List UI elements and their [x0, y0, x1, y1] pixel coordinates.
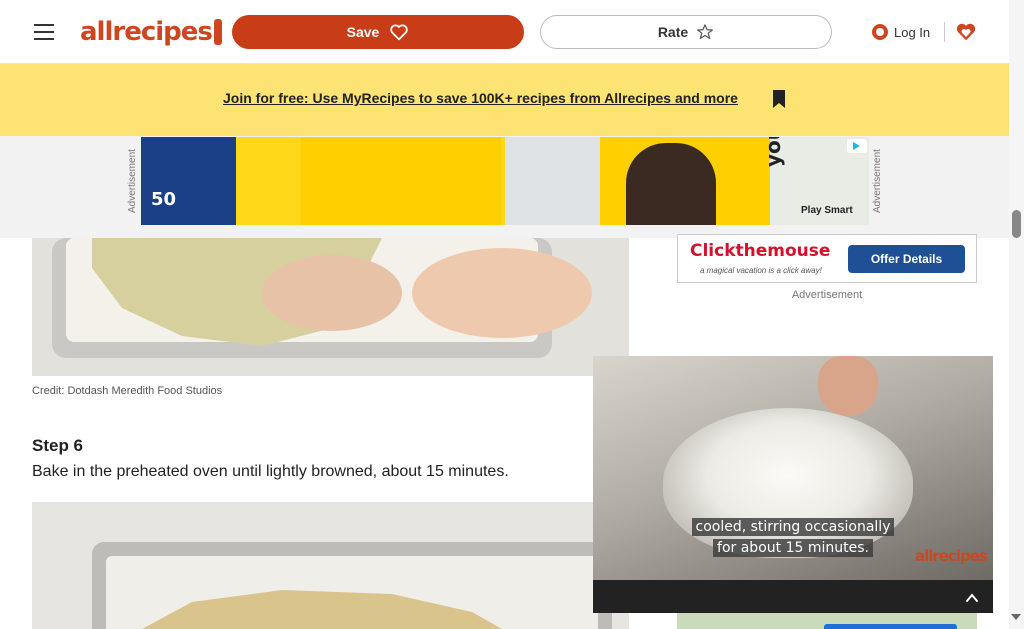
myrecipes-join-link[interactable]: Join for free: Use MyRecipes to save 100…	[223, 90, 755, 110]
video-watermark: allrecipes	[915, 547, 988, 565]
logo-mark-icon	[213, 19, 222, 45]
ad-banner-sponsor: Play Smart	[801, 205, 853, 216]
step-title: Step 6	[32, 436, 84, 455]
star-outline-icon	[697, 24, 714, 39]
sidebar-ad-label: Advertisement	[791, 289, 863, 301]
favorites-heart-icon[interactable]	[955, 21, 977, 43]
offer-details-button[interactable]: Offer Details	[848, 245, 965, 273]
save-button-label: Save	[346, 24, 380, 40]
allrecipes-logo[interactable]: allrecipes	[80, 16, 222, 48]
sidebar-advertisement-2[interactable]	[677, 612, 977, 629]
hamburger-icon-bar	[34, 24, 54, 26]
ad-label-right: Advertisement	[872, 149, 883, 213]
ad-banner-panel	[141, 137, 236, 225]
ad-label-left: Advertisement	[127, 149, 138, 213]
step-instruction: Bake in the preheated oven until lightly…	[32, 463, 509, 480]
caption-line: for about 15 minutes.	[713, 539, 873, 557]
hamburger-icon-bar	[34, 31, 54, 33]
scroll-down-arrow-icon[interactable]	[1011, 614, 1021, 620]
ad-banner-panel	[236, 137, 276, 225]
ad-banner-panel	[505, 137, 600, 225]
sidebar-ad-tagline: a magical vacation is a click away!	[700, 266, 822, 275]
hamburger-icon-bar	[34, 38, 54, 40]
scrollbar-thumb[interactable]	[1012, 210, 1021, 238]
caption-line: cooled, stirring occasionally	[691, 518, 895, 536]
step-photo	[32, 502, 629, 629]
save-button[interactable]: Save	[232, 15, 524, 49]
ad-banner-logo: 50	[151, 189, 177, 210]
video-hand-image	[818, 356, 878, 416]
chevron-up-icon[interactable]	[964, 590, 980, 606]
ad-banner-panel	[301, 137, 501, 225]
adchoices-icon[interactable]	[847, 139, 867, 153]
heart-outline-icon	[390, 24, 409, 41]
sidebar-ad-brand: Clickthemouse	[690, 241, 831, 261]
step-photo-illustration	[32, 238, 629, 376]
photo-credit: Credit: Dotdash Meredith Food Studios	[32, 385, 223, 397]
site-header: allrecipes Save Rate Log In	[0, 0, 1009, 64]
sidebar-ad-2-button[interactable]	[824, 624, 957, 629]
step-photo-illustration	[32, 502, 629, 629]
sidebar-advertisement[interactable]: Clickthemouse a magical vacation is a cl…	[677, 234, 977, 283]
ad-banner-person	[626, 143, 716, 225]
user-icon	[872, 24, 888, 40]
page: allrecipes Save Rate Log In Join for fre…	[0, 0, 1024, 629]
menu-button[interactable]	[30, 18, 58, 46]
logo-text: allrecipes	[80, 17, 213, 47]
page-scrollbar[interactable]	[1009, 0, 1024, 629]
bookmark-icon[interactable]	[772, 89, 786, 109]
login-link[interactable]: Log In	[872, 21, 930, 43]
rate-button-label: Rate	[657, 24, 689, 40]
login-label: Log In	[894, 24, 931, 40]
rate-button[interactable]: Rate	[540, 15, 832, 49]
step-photo	[32, 238, 629, 376]
video-control-bar	[593, 580, 993, 613]
header-divider	[944, 22, 945, 42]
advertisement-banner[interactable]: 50 you Play Smart	[141, 137, 869, 225]
ad-banner-tagline: you	[761, 137, 785, 167]
